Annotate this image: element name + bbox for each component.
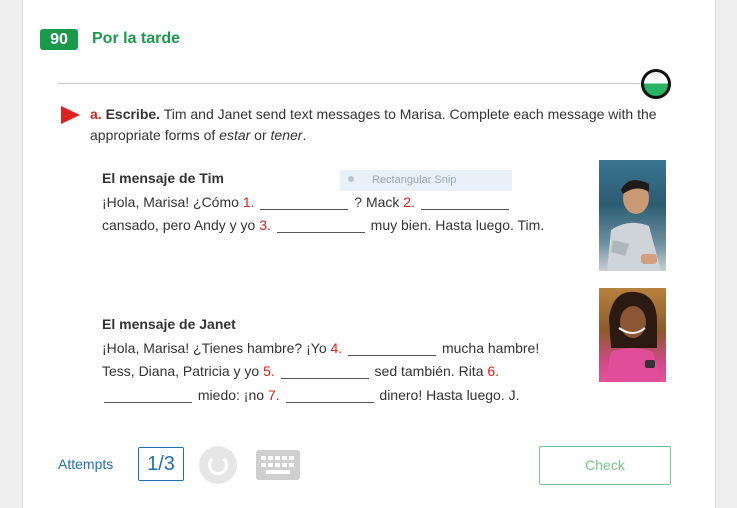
message-text: miedo: ¡no (194, 386, 268, 403)
answer-blank-1[interactable] (260, 195, 349, 210)
blank-number-7: 7. (267, 386, 280, 403)
instruction-bold: Escribe. (105, 106, 161, 122)
attempts-label[interactable]: Attempts (58, 456, 113, 472)
blank-number-6: 6. (487, 363, 500, 379)
message-janet: El mensaje de Janet ¡Hola, Marisa! ¿Tien… (102, 313, 552, 407)
progress-indicator-icon (641, 69, 671, 99)
instruction-text: a. Escribe. Tim and Janet send text mess… (90, 104, 660, 146)
lesson-title: Por la tarde (92, 30, 181, 47)
blank-number-1: 1. (242, 193, 255, 210)
lesson-number-badge: 90 (40, 29, 78, 50)
instruction-word-tener: tener (270, 127, 303, 143)
answer-blank-5[interactable] (280, 364, 369, 379)
message-text: dinero! Hasta luego. J. (375, 386, 520, 403)
message-text: muy bien. Hasta luego. Tim. (366, 217, 545, 233)
answer-blank-6[interactable] (104, 388, 192, 403)
play-audio-icon[interactable] (61, 106, 80, 124)
girl-texting-photo (599, 288, 666, 382)
message-text: cansado, pero Andy y yo (102, 217, 260, 233)
blank-number-4: 4. (330, 339, 343, 356)
keyboard-icon[interactable] (256, 450, 300, 480)
snip-icon (348, 176, 354, 182)
instruction-text-1: Tim and Janet send text messages to Mari… (90, 106, 657, 143)
instruction-text-3: . (302, 127, 307, 143)
answer-blank-2[interactable] (420, 195, 509, 210)
instruction-word-estar: estar (219, 127, 251, 143)
progress-line (58, 83, 643, 84)
message-text: sed también. Rita (370, 363, 488, 379)
blank-number-3: 3. (259, 217, 271, 233)
message-text: ¡Hola, Marisa! ¿Tienes hambre? ¡Yo (102, 339, 331, 356)
instruction-text-2: or (250, 127, 271, 143)
blank-number-2: 2. (403, 193, 415, 210)
snip-tool-overlay[interactable]: Rectangular Snip (340, 170, 512, 191)
answer-blank-7[interactable] (285, 388, 374, 403)
girl-photo-illustration (605, 291, 661, 382)
retry-icon[interactable] (199, 446, 237, 484)
boy-texting-photo (599, 160, 666, 271)
check-button[interactable]: Check (539, 446, 671, 485)
answer-blank-4[interactable] (348, 341, 437, 356)
answer-blank-3[interactable] (276, 218, 365, 233)
message-text: ¡Hola, Marisa! ¿Cómo (102, 193, 243, 210)
message-text: ? Mack (350, 193, 404, 210)
blank-number-5: 5. (263, 363, 275, 379)
instruction-letter: a. (90, 106, 102, 122)
boy-photo-illustration (607, 180, 661, 271)
attempts-counter: 1/3 (138, 447, 184, 481)
message-heading: El mensaje de Janet (102, 316, 236, 332)
snip-label: Rectangular Snip (372, 174, 457, 186)
